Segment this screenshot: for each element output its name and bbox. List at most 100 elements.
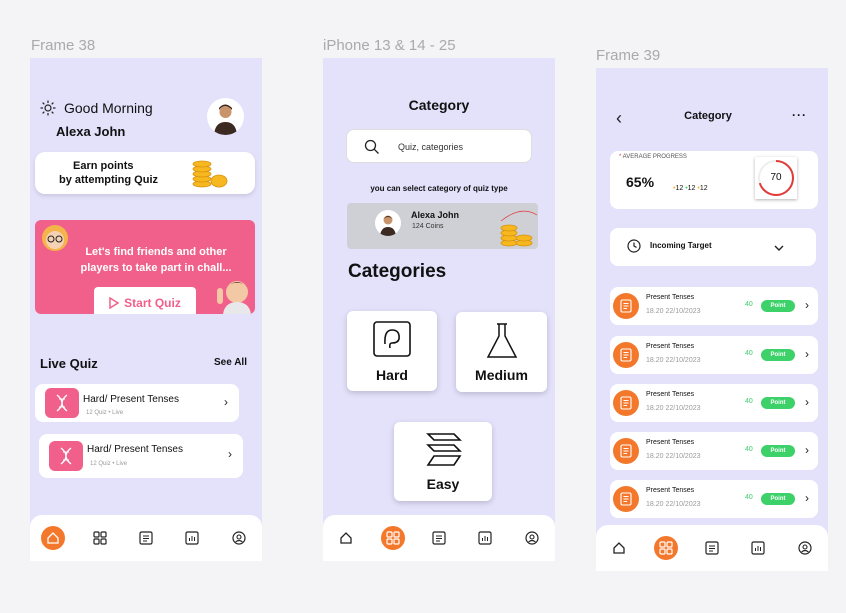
incoming-target-label: Incoming Target: [650, 241, 712, 250]
profile-icon[interactable]: [227, 526, 251, 550]
chart-icon[interactable]: [746, 536, 770, 560]
tense-title: Present Tenses: [646, 343, 695, 350]
progress-screen: ‹ Category ··· * AVERAGE PROGRESS 65% •1…: [596, 68, 828, 571]
frame-label: iPhone 13 & 14 - 25: [323, 37, 456, 54]
incoming-target-dropdown[interactable]: Incoming Target: [610, 228, 816, 266]
frame-label: Frame 39: [596, 47, 661, 64]
greeting-text: Good Morning: [64, 100, 153, 116]
grid-icon[interactable]: [653, 536, 678, 560]
coins-count: 124 Coins: [412, 223, 444, 230]
earn-line2: by attempting Quiz: [59, 174, 158, 186]
document-icon: [613, 342, 639, 368]
coins-stack-icon: [190, 157, 230, 194]
tense-date: 18.20 22/10/2023: [646, 308, 701, 315]
quiz-count: 12 Quiz: [90, 461, 111, 467]
quiz-title: Hard/ Present Tenses: [83, 394, 179, 405]
tense-points: 40: [745, 494, 753, 501]
live-quiz-title: Live Quiz: [40, 356, 98, 371]
tense-list-item[interactable]: Present Tenses 18.20 22/10/2023 40 Point…: [610, 287, 818, 325]
promo-banner: Let's find friends and other players to …: [35, 220, 255, 314]
tense-title: Present Tenses: [646, 294, 695, 301]
chevron-right-icon: ›: [805, 347, 809, 361]
chevron-right-icon: ›: [224, 395, 228, 409]
promo-text: Let's find friends and other players to …: [80, 246, 232, 274]
search-icon: [364, 139, 380, 160]
point-badge: Point: [761, 493, 795, 505]
category-card-medium[interactable]: Medium: [456, 312, 547, 392]
more-options-icon[interactable]: ···: [792, 108, 807, 122]
home-icon[interactable]: [334, 526, 358, 550]
category-label: Easy: [426, 476, 460, 492]
easy-icon: [424, 431, 462, 474]
tense-date: 18.20 22/10/2023: [646, 453, 701, 460]
tense-list-item[interactable]: Present Tenses 18.20 22/10/2023 40 Point…: [610, 432, 818, 470]
see-all-link[interactable]: See All: [214, 357, 247, 368]
quiz-list-item[interactable]: Hard/ Present Tenses 12 Quiz • Live ›: [35, 384, 239, 422]
page-title: Category: [684, 110, 732, 122]
avatar: [375, 210, 401, 236]
progress-stats: •12 •12 •12: [673, 185, 708, 192]
bottom-nav: [596, 525, 828, 571]
start-quiz-button[interactable]: Start Quiz: [94, 287, 196, 314]
tense-title: Present Tenses: [646, 439, 695, 446]
document-icon: [613, 438, 639, 464]
tense-title: Present Tenses: [646, 487, 695, 494]
category-screen: Category Quiz, categories you can select…: [323, 58, 555, 561]
category-card-hard[interactable]: Hard: [347, 311, 437, 391]
tense-points: 40: [745, 301, 753, 308]
bottom-nav: [323, 515, 555, 561]
chevron-right-icon: ›: [805, 443, 809, 457]
categories-title: Categories: [348, 261, 447, 282]
point-badge: Point: [761, 397, 795, 409]
point-badge: Point: [761, 300, 795, 312]
earn-line1: Earn points: [73, 160, 134, 172]
search-input[interactable]: Quiz, categories: [346, 129, 532, 163]
dna-icon: [45, 388, 79, 418]
flask-icon: [485, 322, 519, 365]
tense-list-item[interactable]: Present Tenses 18.20 22/10/2023 40 Point…: [610, 480, 818, 518]
grid-icon[interactable]: [88, 526, 112, 550]
sun-icon: [40, 100, 56, 121]
tense-date: 18.20 22/10/2023: [646, 501, 701, 508]
progress-percent: 65%: [626, 174, 655, 190]
profile-icon[interactable]: [520, 526, 544, 550]
chevron-down-icon: [773, 240, 785, 258]
tense-list-item[interactable]: Present Tenses 18.20 22/10/2023 40 Point…: [610, 384, 818, 422]
document-icon: [613, 293, 639, 319]
profile-icon[interactable]: [793, 536, 817, 560]
home-icon[interactable]: [607, 536, 631, 560]
quiz-list-item[interactable]: Hard/ Present Tenses 12 Quiz • Live ›: [39, 434, 243, 478]
list-icon[interactable]: [134, 526, 158, 550]
chevron-right-icon: ›: [805, 491, 809, 505]
frame-label: Frame 38: [31, 37, 96, 54]
tense-list-item[interactable]: Present Tenses 18.20 22/10/2023 40 Point…: [610, 336, 818, 374]
home-icon[interactable]: [41, 526, 66, 550]
quiz-title: Hard/ Present Tenses: [87, 444, 183, 455]
category-label: Medium: [475, 366, 528, 383]
user-name: Alexa John: [411, 210, 460, 220]
chevron-right-icon: ›: [228, 447, 232, 461]
quiz-meta: 12 Quiz • Live: [86, 410, 124, 416]
tense-date: 18.20 22/10/2023: [646, 357, 701, 364]
chart-icon[interactable]: [180, 526, 204, 550]
avatar[interactable]: [207, 98, 244, 135]
category-card-easy[interactable]: Easy: [394, 422, 492, 501]
progress-label: * AVERAGE PROGRESS: [619, 154, 687, 160]
dna-icon: [49, 441, 83, 471]
progress-ring: 70: [755, 157, 797, 199]
tense-points: 40: [745, 350, 753, 357]
point-badge: Point: [761, 349, 795, 361]
coins-stack-icon: [499, 203, 538, 249]
tense-date: 18.20 22/10/2023: [646, 405, 701, 412]
chevron-right-icon: ›: [805, 395, 809, 409]
list-icon[interactable]: [700, 536, 724, 560]
user-name: Alexa John: [56, 124, 126, 139]
earn-points-banner[interactable]: Earn points by attempting Quiz: [35, 152, 255, 194]
grid-icon[interactable]: [380, 526, 405, 550]
quiz-status: Live: [116, 461, 128, 467]
list-icon[interactable]: [427, 526, 451, 550]
chart-icon[interactable]: [473, 526, 497, 550]
document-icon: [613, 486, 639, 512]
search-placeholder: Quiz, categories: [398, 142, 464, 152]
ring-value: 70: [770, 172, 782, 183]
